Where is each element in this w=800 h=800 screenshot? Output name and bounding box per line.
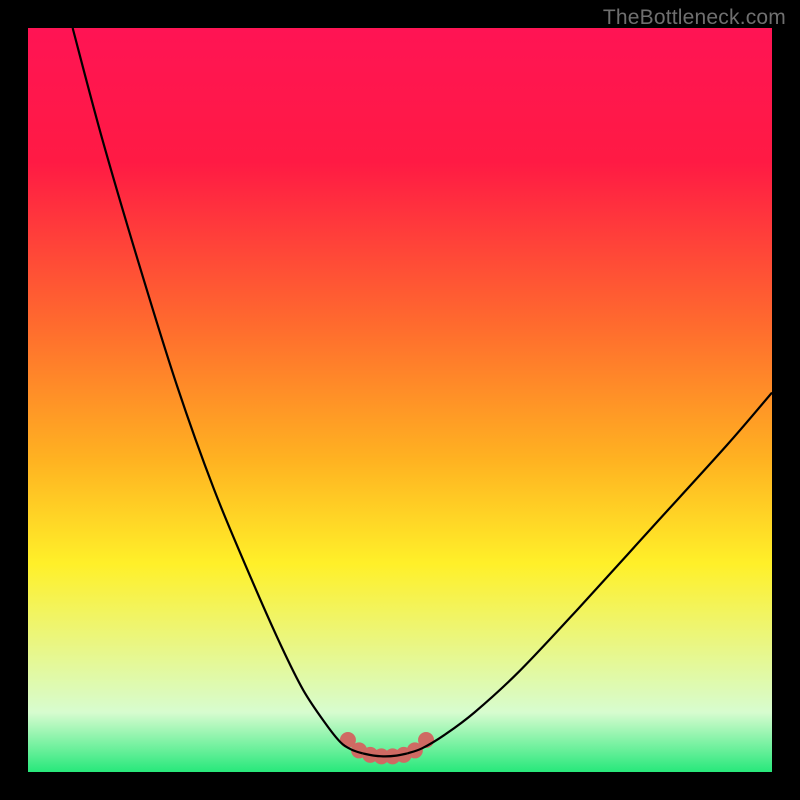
right-curve: [407, 393, 772, 754]
chart-frame: TheBottleneck.com: [0, 0, 800, 800]
left-curve: [73, 28, 363, 753]
watermark-text: TheBottleneck.com: [603, 6, 786, 30]
curves-layer: [28, 28, 772, 772]
plot-area: [28, 28, 772, 772]
